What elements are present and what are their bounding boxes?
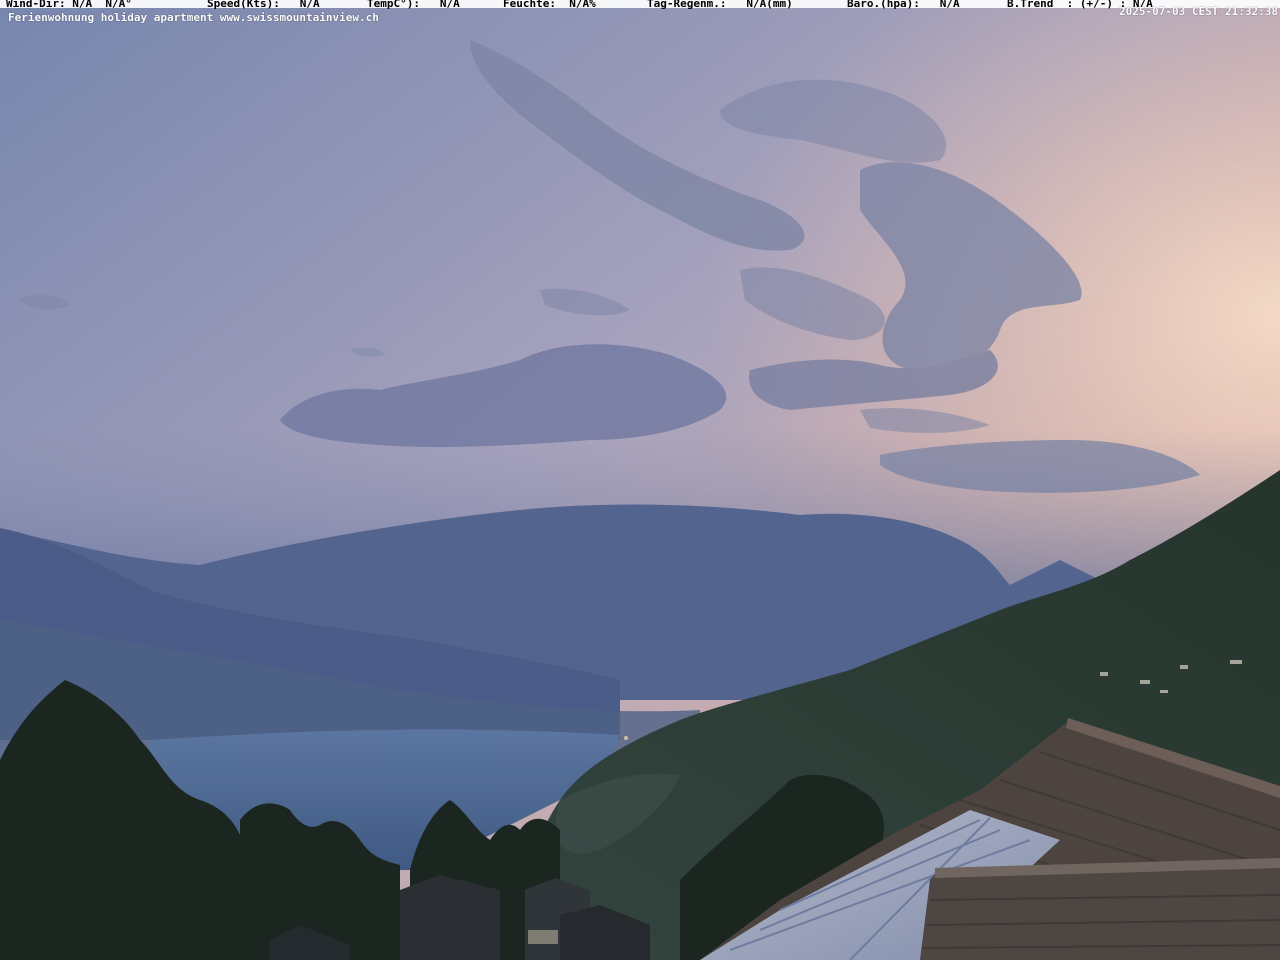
site-caption: Ferienwohnung holiday apartment www.swis… xyxy=(8,11,379,24)
temp-readout: TempC°): N/A xyxy=(367,0,460,10)
rain-readout: Tag-Regenm.: N/A(mm) xyxy=(647,0,793,10)
weather-overlay: Wind-Dir: N/A N/A° Speed(Kts): N/A TempC… xyxy=(0,0,1280,9)
timestamp: 2025-07-03 CEST 21:32:38 xyxy=(1119,5,1278,18)
webcam-view: Wind-Dir: N/A N/A° Speed(Kts): N/A TempC… xyxy=(0,0,1280,960)
humidity-readout: Feuchte: N/A% xyxy=(503,0,596,10)
baro-readout: Baro.(hpa): N/A xyxy=(847,0,960,10)
webcam-image xyxy=(0,0,1280,960)
wind-dir-readout: Wind-Dir: N/A N/A° xyxy=(6,0,132,10)
speed-readout: Speed(Kts): N/A xyxy=(207,0,320,10)
